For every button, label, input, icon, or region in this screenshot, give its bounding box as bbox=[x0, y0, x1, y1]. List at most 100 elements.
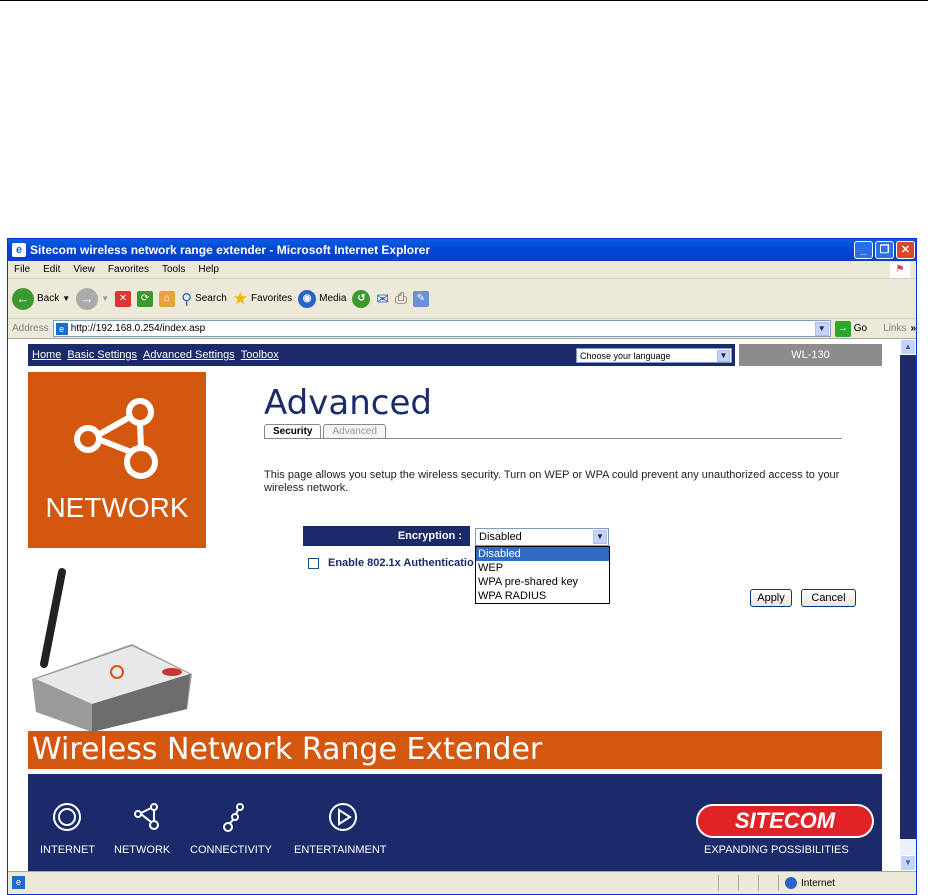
entertainment-play-icon bbox=[329, 803, 357, 831]
favorites-label: Favorites bbox=[251, 293, 293, 304]
scroll-thumb[interactable] bbox=[900, 355, 916, 839]
language-select[interactable]: Choose your language ▼ bbox=[576, 348, 732, 363]
stop-icon[interactable]: ✕ bbox=[115, 290, 132, 307]
apply-button[interactable]: Apply bbox=[750, 589, 792, 607]
back-label: Back bbox=[37, 293, 60, 304]
browser-window: e Sitecom wireless network range extende… bbox=[7, 238, 917, 895]
scroll-up-icon[interactable]: ▲ bbox=[900, 339, 916, 355]
window-title: Sitecom wireless network range extender … bbox=[30, 243, 431, 257]
footer-connectivity[interactable]: CONNECTIVITY bbox=[190, 844, 272, 856]
links-label[interactable]: Links bbox=[883, 323, 906, 334]
close-button[interactable]: ✕ bbox=[896, 241, 915, 259]
forward-dropdown-icon: ▼ bbox=[101, 294, 110, 303]
product-banner: Wireless Network Range Extender bbox=[28, 731, 882, 769]
media-button[interactable]: ◉ Media bbox=[298, 289, 347, 308]
back-arrow-icon: ← bbox=[12, 287, 34, 310]
status-divider bbox=[758, 875, 759, 891]
menu-help[interactable]: Help bbox=[198, 264, 219, 275]
footer-internet[interactable]: INTERNET bbox=[40, 844, 95, 856]
nav-basic-settings[interactable]: Basic Settings bbox=[67, 349, 137, 361]
connectivity-icon bbox=[223, 803, 244, 832]
refresh-icon[interactable]: ⟳ bbox=[137, 290, 154, 307]
encryption-options-list: Disabled WEP WPA pre-shared key WPA RADI… bbox=[475, 546, 610, 604]
search-button[interactable]: ⚲ Search bbox=[181, 290, 227, 308]
forward-arrow-icon: → bbox=[76, 287, 99, 310]
encryption-option-wep[interactable]: WEP bbox=[476, 561, 609, 575]
scroll-down-icon[interactable]: ▼ bbox=[900, 855, 916, 871]
status-divider bbox=[738, 875, 739, 891]
links-chevron-icon[interactable]: » bbox=[910, 323, 916, 334]
status-zone-label: Internet bbox=[801, 877, 835, 889]
history-icon[interactable]: ↺ bbox=[352, 289, 371, 308]
enable-8021x-checkbox[interactable] bbox=[308, 558, 319, 569]
encryption-value: Disabled bbox=[479, 531, 522, 543]
tab-advanced[interactable]: Advanced bbox=[323, 424, 386, 438]
forward-button[interactable]: → ▼ bbox=[76, 287, 110, 310]
encryption-dropdown-icon[interactable]: ▼ bbox=[593, 530, 607, 544]
footer-network[interactable]: NETWORK bbox=[114, 844, 170, 856]
ie-icon: e bbox=[12, 243, 26, 257]
address-dropdown-icon[interactable]: ▼ bbox=[814, 321, 829, 336]
favorites-button[interactable]: ★ Favorites bbox=[233, 289, 292, 309]
range-extender-device-image bbox=[32, 568, 192, 732]
menu-file[interactable]: File bbox=[14, 264, 30, 275]
sitecom-logo: SITECOM bbox=[696, 804, 874, 838]
page-content: Home Basic Settings Advanced Settings To… bbox=[8, 339, 900, 871]
status-bar: e Internet bbox=[8, 871, 916, 893]
enable-8021x-label: Enable 802.1x Authentication bbox=[328, 557, 474, 569]
nav-toolbox[interactable]: Toolbox bbox=[241, 349, 279, 361]
cancel-button[interactable]: Cancel bbox=[801, 589, 856, 607]
edit-icon[interactable]: ✎ bbox=[412, 290, 429, 307]
vertical-scrollbar[interactable]: ▲ ▼ bbox=[900, 339, 916, 871]
menu-view[interactable]: View bbox=[73, 264, 95, 275]
sitecom-tagline: EXPANDING POSSIBILITIES bbox=[704, 844, 849, 856]
print-icon[interactable]: ⎙ bbox=[395, 290, 407, 307]
media-label: Media bbox=[319, 293, 347, 304]
title-bar: e Sitecom wireless network range extende… bbox=[8, 239, 916, 261]
nav-advanced-settings[interactable]: Advanced Settings bbox=[143, 349, 235, 361]
menu-edit[interactable]: Edit bbox=[43, 264, 60, 275]
network-hero: NETWORK bbox=[28, 372, 206, 548]
footer: INTERNET NETWORK CONNECTIVITY ENTERTAINM… bbox=[28, 774, 882, 871]
encryption-label: Encryption : bbox=[303, 526, 470, 546]
address-label: Address bbox=[12, 323, 49, 334]
tab-bar: Security Advanced bbox=[264, 424, 386, 438]
tab-security[interactable]: Security bbox=[264, 424, 322, 438]
menu-bar: File Edit View Favorites Tools Help bbox=[8, 261, 916, 279]
language-value: Choose your language bbox=[580, 350, 671, 361]
search-icon: ⚲ bbox=[181, 290, 193, 308]
page-icon: e bbox=[55, 322, 68, 335]
status-zone: Internet bbox=[778, 875, 835, 891]
hero-label: NETWORK bbox=[45, 492, 189, 523]
search-label: Search bbox=[195, 293, 227, 304]
go-arrow-icon: → bbox=[834, 320, 851, 337]
tab-divider bbox=[264, 438, 842, 439]
address-input[interactable]: e http://192.168.0.254/index.asp ▼ bbox=[52, 320, 831, 337]
page-title: Advanced bbox=[264, 383, 432, 423]
back-dropdown-icon: ▼ bbox=[62, 294, 71, 303]
restore-button[interactable]: ❐ bbox=[875, 241, 894, 259]
status-divider bbox=[718, 875, 719, 891]
encryption-select[interactable]: Disabled ▼ bbox=[475, 528, 609, 546]
encryption-option-disabled[interactable]: Disabled bbox=[476, 547, 609, 561]
encryption-option-wpa-psk[interactable]: WPA pre-shared key bbox=[476, 575, 609, 589]
menu-tools[interactable]: Tools bbox=[162, 264, 185, 275]
home-icon[interactable]: ⌂ bbox=[159, 290, 176, 307]
mail-icon[interactable]: ✉ bbox=[376, 290, 389, 308]
network-nodes-icon bbox=[74, 398, 158, 479]
footer-entertainment[interactable]: ENTERTAINMENT bbox=[294, 844, 387, 856]
windows-logo-icon: ⚑ bbox=[890, 262, 910, 278]
nav-home[interactable]: Home bbox=[32, 349, 61, 361]
back-button[interactable]: ← Back ▼ bbox=[12, 287, 71, 310]
address-url: http://192.168.0.254/index.asp bbox=[70, 323, 206, 334]
model-label: WL-130 bbox=[739, 344, 882, 366]
address-bar: Address e http://192.168.0.254/index.asp… bbox=[8, 319, 916, 339]
status-page-icon: e bbox=[12, 876, 25, 889]
encryption-option-wpa-radius[interactable]: WPA RADIUS bbox=[476, 589, 609, 603]
language-dropdown-icon: ▼ bbox=[717, 349, 730, 362]
minimize-button[interactable]: _ bbox=[854, 241, 873, 259]
page-top-rule bbox=[0, 0, 928, 1]
go-button[interactable]: → Go bbox=[834, 320, 867, 337]
menu-favorites[interactable]: Favorites bbox=[108, 264, 149, 275]
page-description: This page allows you setup the wireless … bbox=[264, 469, 840, 494]
